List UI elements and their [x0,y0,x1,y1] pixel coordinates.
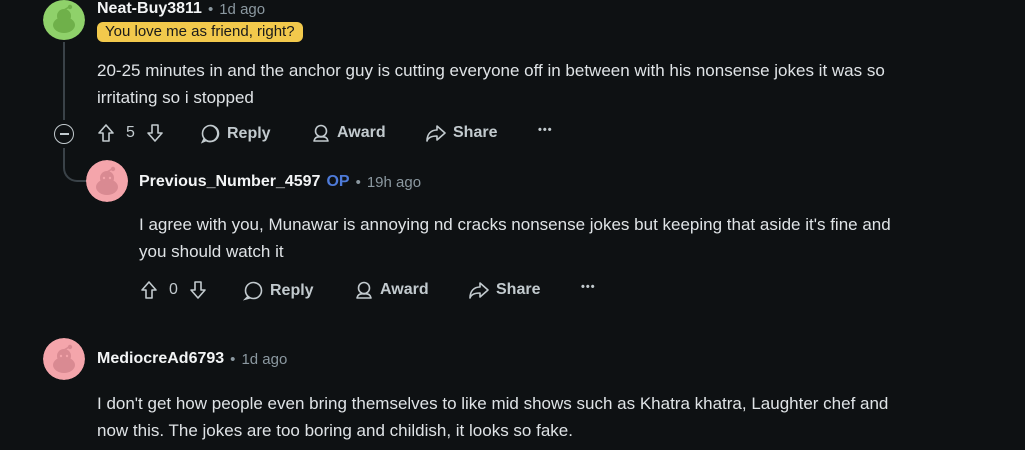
username[interactable]: MediocreAd6793 [97,350,224,368]
thread-branch [63,148,87,182]
comment-body: I don't get how people even bring themse… [97,394,889,440]
upvote-icon[interactable] [139,280,159,300]
reddit-avatar-icon [43,0,85,40]
downvote-icon[interactable] [145,123,165,143]
username[interactable]: Neat-Buy3811 [97,0,202,18]
op-badge: OP [326,173,350,190]
separator: • [207,0,214,18]
share-icon [426,125,446,142]
reddit-avatar-icon [43,338,85,380]
share-button[interactable]: Share [425,123,497,143]
vote-score: 5 [126,124,135,141]
reddit-avatar-icon [86,160,128,202]
award-button[interactable]: Award [311,123,386,143]
separator: • [230,350,236,368]
comment-body: 20-25 minutes in and the anchor guy is c… [97,61,885,107]
separator: • [355,173,361,191]
avatar[interactable] [43,0,85,40]
award-icon [313,124,329,142]
share-icon [469,282,489,299]
vote-score: 0 [169,281,178,298]
thread-line [63,42,65,120]
upvote-icon[interactable] [96,123,116,143]
comment-icon [200,124,220,144]
timestamp[interactable]: 1d ago [241,351,287,368]
downvote-icon[interactable] [188,280,208,300]
share-button[interactable]: Share [468,280,540,300]
avatar[interactable] [86,160,128,202]
reply-button[interactable]: Reply [200,123,271,144]
username[interactable]: Previous_Number_4597 [139,173,320,191]
more-options-button[interactable]: ••• [538,124,553,136]
user-flair: You love me as friend, right? [97,22,303,42]
vote-group: 5 [96,123,165,143]
timestamp[interactable]: 1d ago [219,1,265,18]
reply-button[interactable]: Reply [243,280,314,301]
award-icon [356,281,372,299]
comment-icon [243,281,263,301]
more-options-button[interactable]: ••• [581,281,596,293]
award-button[interactable]: Award [354,280,429,300]
timestamp[interactable]: 19h ago [367,174,421,191]
avatar[interactable] [43,338,85,380]
collapse-button[interactable] [54,124,74,144]
comment-body: I agree with you, Munawar is annoying nd… [139,215,891,261]
vote-group: 0 [139,280,208,300]
